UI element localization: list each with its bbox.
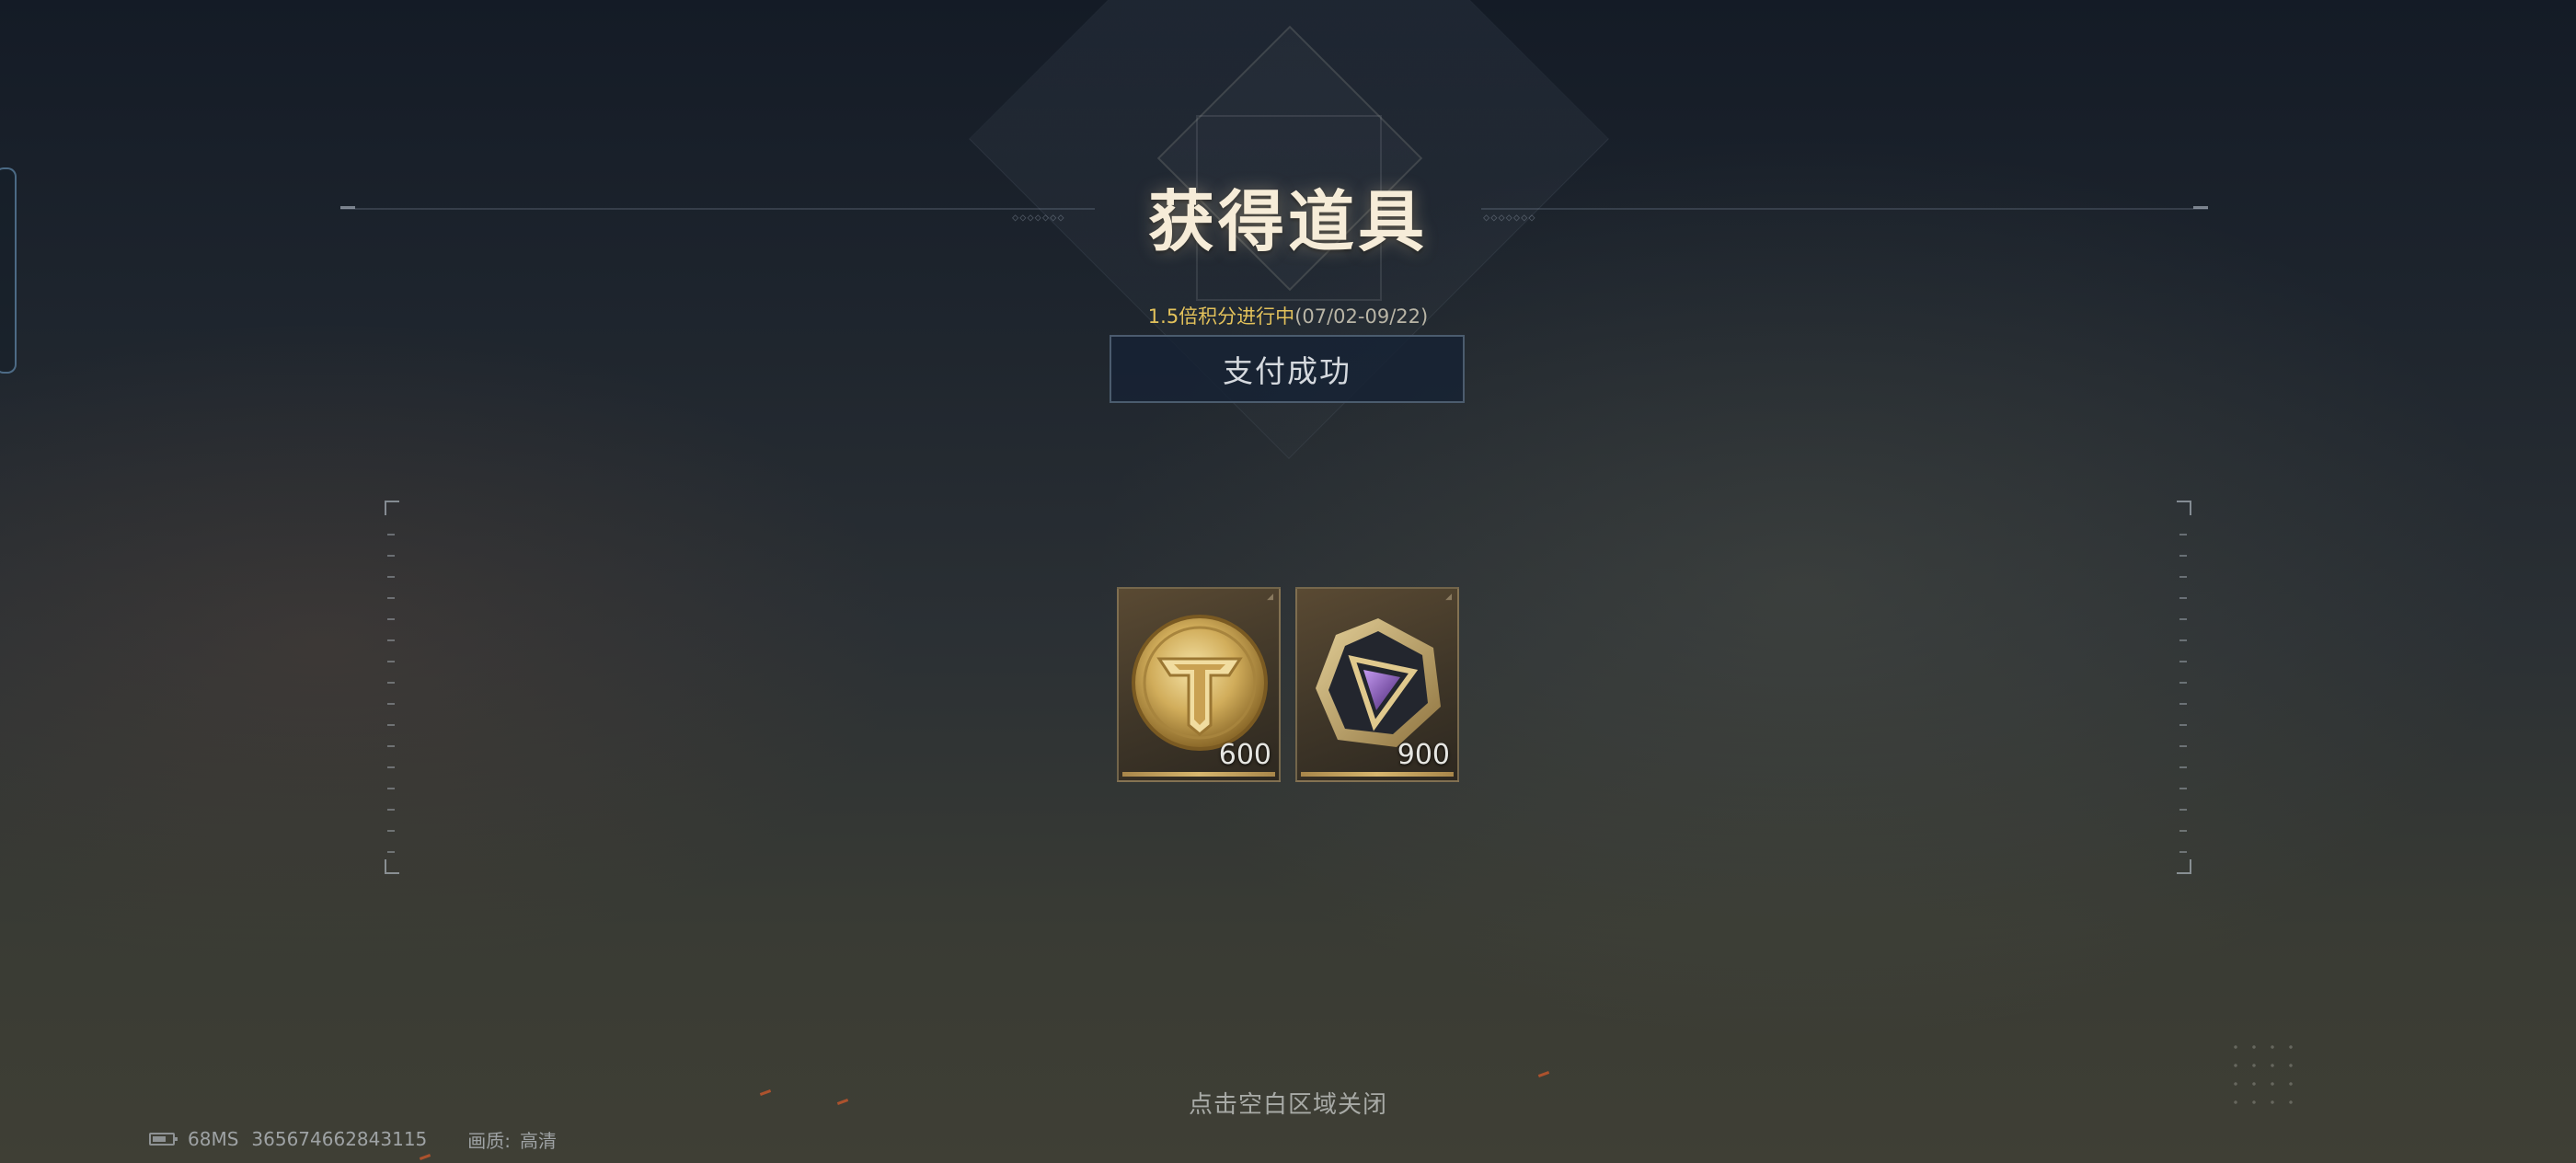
event-dates: (07/02-09/22) (1294, 305, 1429, 328)
side-panel-tab[interactable] (0, 167, 17, 374)
divider-cap-right (2193, 206, 2208, 209)
player-id-text: 365674662843115 (251, 1128, 428, 1150)
item-quantity: 900 (1397, 739, 1450, 771)
item-rarity-bar (1301, 772, 1454, 777)
panel-corner-top-right (2177, 501, 2191, 515)
close-hint[interactable]: 点击空白区域关闭 (1012, 1086, 1564, 1120)
quality-value: 高清 (520, 1129, 558, 1152)
panel-corner-top-left (385, 501, 399, 515)
reward-item-gem[interactable]: ◢ 900 (1295, 587, 1459, 782)
ember-particle (759, 1089, 772, 1096)
item-quantity: 600 (1218, 739, 1271, 771)
payment-status-text: 支付成功 (1223, 353, 1351, 389)
item-rarity-bar (1122, 772, 1275, 777)
divider-cap-left (340, 206, 355, 209)
gold-coin-icon (1132, 615, 1268, 751)
ember-particle (836, 1099, 849, 1105)
ember-particle (1537, 1071, 1550, 1077)
quality-indicator: 画质: 高清 (467, 1126, 557, 1153)
dialog-title: 获得道具 (1147, 183, 1428, 260)
event-text: 1.5倍积分进行中 (1147, 305, 1295, 328)
panel-ticks-right (2179, 534, 2187, 865)
header-divider-left (340, 208, 1095, 210)
payment-status-box: 支付成功 (1110, 335, 1465, 403)
panel-ticks-left (387, 534, 395, 865)
status-bar: 68MS 365674662843115 画质: 高清 (149, 1126, 557, 1152)
item-corner-mark: ◢ (1445, 593, 1452, 602)
battery-icon (149, 1133, 178, 1146)
ping-text: 68MS (188, 1128, 239, 1150)
header-divider-right (1481, 208, 2208, 210)
event-banner: 1.5倍积分进行中(07/02-09/22) (920, 302, 1656, 329)
reward-item-coin[interactable]: ◢ 600 (1117, 587, 1281, 782)
decorative-dot-grid (2226, 1038, 2300, 1111)
quality-label: 画质: (467, 1129, 512, 1152)
purple-gem-icon (1316, 618, 1441, 747)
item-corner-mark: ◢ (1267, 593, 1273, 602)
ember-particle (419, 1154, 431, 1160)
